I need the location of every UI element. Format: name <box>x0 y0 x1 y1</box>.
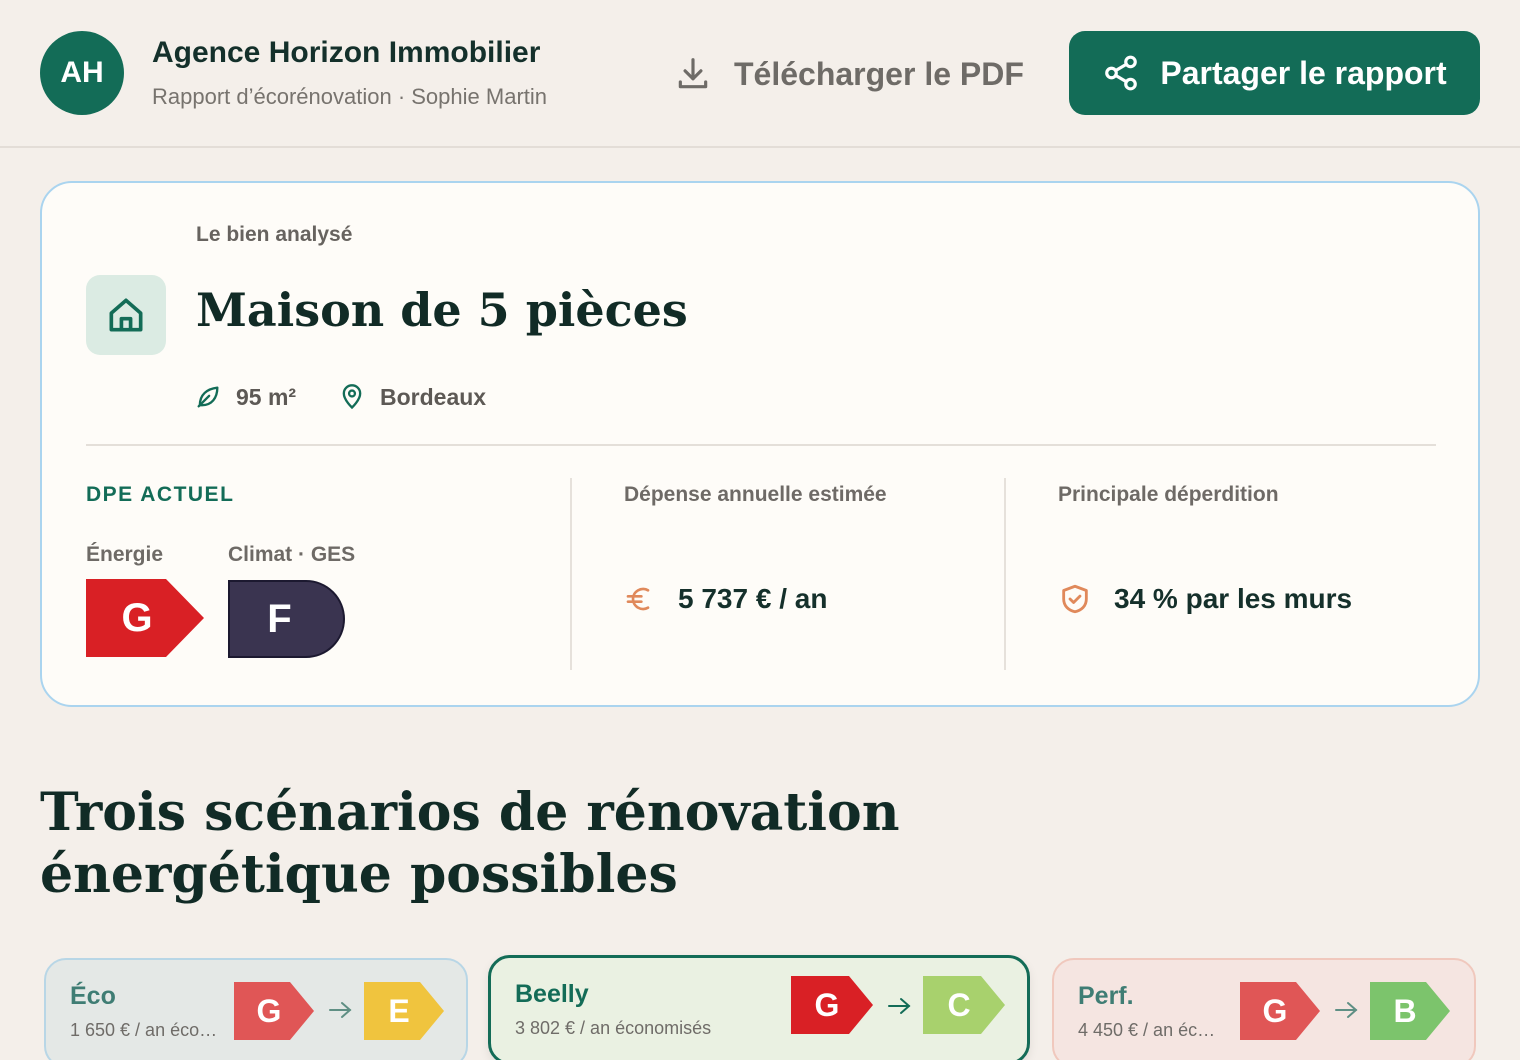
property-card: Le bien analysé Maison de 5 pièces 95 m²… <box>40 181 1480 707</box>
scenario-card-eco[interactable]: Éco 1 650 € / an économisés G E <box>44 958 468 1060</box>
scenario-to-letter: B <box>1393 992 1417 1029</box>
scenario-from-class: G <box>234 982 314 1040</box>
loss-value-row: 34 % par les murs <box>1058 579 1352 619</box>
scenario-from-letter: G <box>1262 992 1288 1029</box>
scenario-savings: 4 450 € / an économisés <box>1078 1020 1218 1040</box>
climate-class-letter: F <box>267 596 292 641</box>
scenarios-title: Trois scénarios de rénovation énergétiqu… <box>40 782 1140 906</box>
expense-value-row: 5 737 € / an <box>624 579 827 619</box>
scenario-to-class: E <box>364 982 444 1040</box>
house-icon <box>109 298 143 332</box>
property-eyebrow: Le bien analysé <box>196 223 353 246</box>
card-divider <box>86 444 1436 446</box>
climate-class-badge: F <box>228 580 345 658</box>
scenario-from-letter: G <box>256 992 282 1029</box>
scenario-from-class: G <box>791 976 873 1034</box>
scenario-to-letter: C <box>947 986 971 1023</box>
download-pdf-label: Télécharger le PDF <box>734 55 1024 92</box>
energy-label: Énergie <box>86 543 164 566</box>
climate-label: Climat · GES <box>228 543 356 566</box>
expense-value: 5 737 € / an <box>678 583 828 614</box>
expense-label: Dépense annuelle estimée <box>624 483 887 506</box>
dpe-heading: DPE ACTUEL <box>86 483 235 506</box>
agency-avatar: AH <box>40 31 124 115</box>
property-area: 95 m² <box>194 381 296 413</box>
column-divider <box>570 478 572 670</box>
euro-icon <box>626 587 650 611</box>
scenarios-title-line: Trois scénarios de rénovation <box>40 782 900 843</box>
loss-value: 34 % par les murs <box>1114 583 1353 614</box>
arrow-right-icon <box>1335 1002 1358 1018</box>
column-divider <box>1004 478 1006 670</box>
share-report-button[interactable]: Partager le rapport <box>1069 31 1480 115</box>
property-area-value: 95 m² <box>236 383 297 410</box>
house-icon-tile <box>86 275 166 355</box>
energy-class-letter: G <box>121 595 153 640</box>
report-subtitle: Rapport d’écorénovation · Sophie Martin <box>152 84 548 109</box>
arrow-right-icon <box>329 1002 352 1018</box>
download-icon <box>678 58 708 89</box>
scenario-name: Perf. <box>1078 982 1134 1010</box>
top-bar: AH Agence Horizon Immobilier Rapport d’é… <box>0 0 1520 148</box>
scenario-card-perf[interactable]: Perf. 4 450 € / an économisés G B <box>1052 958 1476 1060</box>
scenario-name: Beelly <box>515 980 589 1008</box>
property-city-value: Bordeaux <box>380 383 487 410</box>
scenarios-title-line: énergétique possibles <box>40 844 678 905</box>
scenario-savings: 3 802 € / an économisés <box>515 1018 712 1038</box>
leaf-icon <box>197 386 219 408</box>
scenario-from-letter: G <box>814 986 840 1023</box>
download-pdf-button[interactable]: Télécharger le PDF <box>674 50 1024 98</box>
scenario-to-letter: E <box>388 992 410 1029</box>
scenario-name: Éco <box>70 982 116 1010</box>
property-city: Bordeaux <box>338 381 486 413</box>
agency-name: Agence Horizon Immobilier <box>152 36 541 69</box>
scenario-from-class: G <box>1240 982 1320 1040</box>
share-icon <box>1105 55 1138 91</box>
shield-check-icon <box>1062 584 1088 614</box>
scenario-savings: 1 650 € / an économisés <box>70 1020 220 1040</box>
location-pin-icon <box>342 384 362 410</box>
scenario-card-beelly[interactable]: Beelly 3 802 € / an économisés G C <box>488 955 1030 1060</box>
arrow-right-icon <box>888 998 911 1014</box>
scenario-to-class: C <box>923 976 1005 1034</box>
energy-class-badge: G <box>86 579 204 657</box>
loss-label: Principale déperdition <box>1058 483 1279 506</box>
share-report-label: Partager le rapport <box>1160 54 1447 91</box>
property-title: Maison de 5 pièces <box>196 283 688 337</box>
scenario-to-class: B <box>1370 982 1450 1040</box>
